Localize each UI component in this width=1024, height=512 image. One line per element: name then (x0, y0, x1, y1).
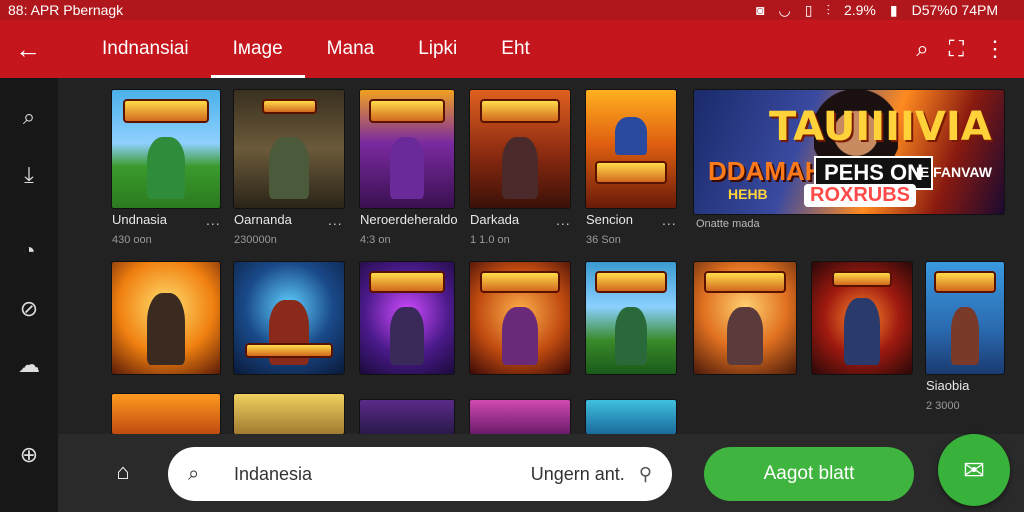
cloud-icon[interactable]: ☁ (14, 350, 44, 380)
app-bar: ← Indnansiai Iмage Mana Lipki Eht ⌕ ⛶ ⋮ (0, 20, 1024, 78)
game-subtitle: 230000n (234, 234, 277, 246)
game-tile[interactable] (112, 90, 220, 208)
game-tile[interactable] (112, 394, 220, 434)
game-subtitle: 430 oon (112, 234, 152, 246)
tab-image[interactable]: Iмage (210, 20, 305, 78)
search-bar[interactable]: ⌕ Indanesia Ungern ant. ⚲ (168, 447, 672, 501)
tab-lipki[interactable]: Lipki (396, 20, 479, 78)
more-options-icon[interactable]: ... (206, 212, 221, 228)
camera-icon: ◙ (756, 2, 765, 18)
game-tile[interactable] (586, 400, 676, 434)
game-tile[interactable] (360, 90, 454, 208)
game-title: Darkada (470, 212, 520, 227)
game-tile[interactable] (112, 262, 220, 374)
signal-icon: ⫶ (826, 1, 830, 18)
game-tile[interactable] (360, 262, 454, 374)
tab-bar: Indnansiai Iмage Mana Lipki Eht (80, 20, 552, 78)
search-outline-icon[interactable]: ⌕ (14, 102, 44, 132)
game-tile[interactable] (586, 90, 676, 208)
search-input[interactable]: Indanesia (234, 464, 312, 485)
game-title: Sencion (586, 212, 633, 227)
more-options-icon[interactable]: ... (556, 212, 571, 228)
hero-text: ROXRUBS (804, 184, 917, 207)
game-tile[interactable] (234, 262, 344, 374)
hero-text: DDAMAH (708, 156, 824, 186)
featured-banner[interactable]: TAUIIIIVIA DDAMAH PEHS ON IE FANVAW HEHB… (694, 90, 1004, 214)
game-tile[interactable] (812, 262, 912, 374)
game-subtitle: 2 3000 (926, 400, 960, 412)
battery-icon: ▮ (889, 1, 898, 18)
chat-fab-icon[interactable]: ✉ (938, 434, 1010, 506)
game-tile[interactable] (586, 262, 676, 374)
game-title: Oarnanda (234, 212, 292, 227)
game-tile[interactable] (470, 262, 570, 374)
status-left-text: 88: APR Pbernagk (8, 2, 124, 18)
game-tile[interactable] (470, 90, 570, 208)
hero-text: HEHB (728, 186, 768, 202)
shield-icon: ▯ (804, 1, 813, 18)
tab-mana[interactable]: Mana (305, 20, 397, 78)
more-options-icon[interactable]: ... (662, 212, 677, 228)
tag-icon[interactable]: ⊘ (14, 294, 44, 324)
game-tile[interactable] (234, 90, 344, 208)
action-button[interactable]: Aagot blatt (704, 447, 914, 501)
search-icon: ⌕ (188, 462, 200, 485)
tab-eht[interactable]: Eht (479, 20, 552, 78)
home-icon[interactable]: ⌂ (110, 459, 136, 485)
game-subtitle: 36 Son (586, 234, 621, 246)
more-vert-icon[interactable]: ⋮ (984, 36, 1006, 62)
tab-indnansiai[interactable]: Indnansiai (80, 20, 211, 78)
game-title: Undnasia (112, 212, 167, 227)
game-subtitle: 1 1.0 on (470, 234, 510, 246)
compass-icon[interactable]: ◔ (14, 236, 44, 266)
accessibility-icon[interactable]: ⊕ (14, 440, 44, 470)
game-title: Siaobia (926, 378, 970, 393)
status-time: D57%0 74PM (911, 2, 998, 18)
game-tile[interactable] (234, 394, 344, 434)
game-tile[interactable] (926, 262, 1004, 374)
more-options-icon[interactable]: ... (328, 212, 343, 228)
download-icon[interactable]: ⤓ (14, 160, 44, 190)
game-tile[interactable] (470, 400, 570, 434)
key-icon[interactable]: ⚲ (639, 464, 652, 485)
back-arrow-icon[interactable]: ← (0, 20, 56, 78)
hero-text: IE FANVAW (916, 164, 992, 180)
battery-percent: 2.9% (843, 2, 876, 18)
game-title: Neroerdeheraldo (360, 212, 458, 227)
search-icon[interactable]: ⌕ (916, 36, 928, 62)
hero-caption: Onatte mada (696, 218, 760, 230)
bottom-bar: ⌂ ⌕ Indanesia Ungern ant. ⚲ Aagot blatt … (58, 434, 1024, 512)
status-bar: 88: APR Pbernagk ◙ ◡ ▯ ⫶ 2.9% ▮ D57%0 74… (0, 0, 1024, 20)
game-tile[interactable] (360, 400, 454, 434)
search-hint: Ungern ant. (530, 463, 625, 484)
chat-icon[interactable]: ⛶ (949, 36, 964, 62)
hero-title: TAUIIIIVIA (769, 104, 992, 150)
sidebar: ⌕ ⤓ ◔ ⊘ ☁ ⊕ (0, 78, 58, 512)
game-grid: Undnasia ... 430 oon Oarnanda ... 230000… (58, 78, 1024, 434)
game-subtitle: 4:3 on (360, 234, 391, 246)
game-tile[interactable] (694, 262, 796, 374)
wifi-icon: ◡ (778, 1, 791, 18)
